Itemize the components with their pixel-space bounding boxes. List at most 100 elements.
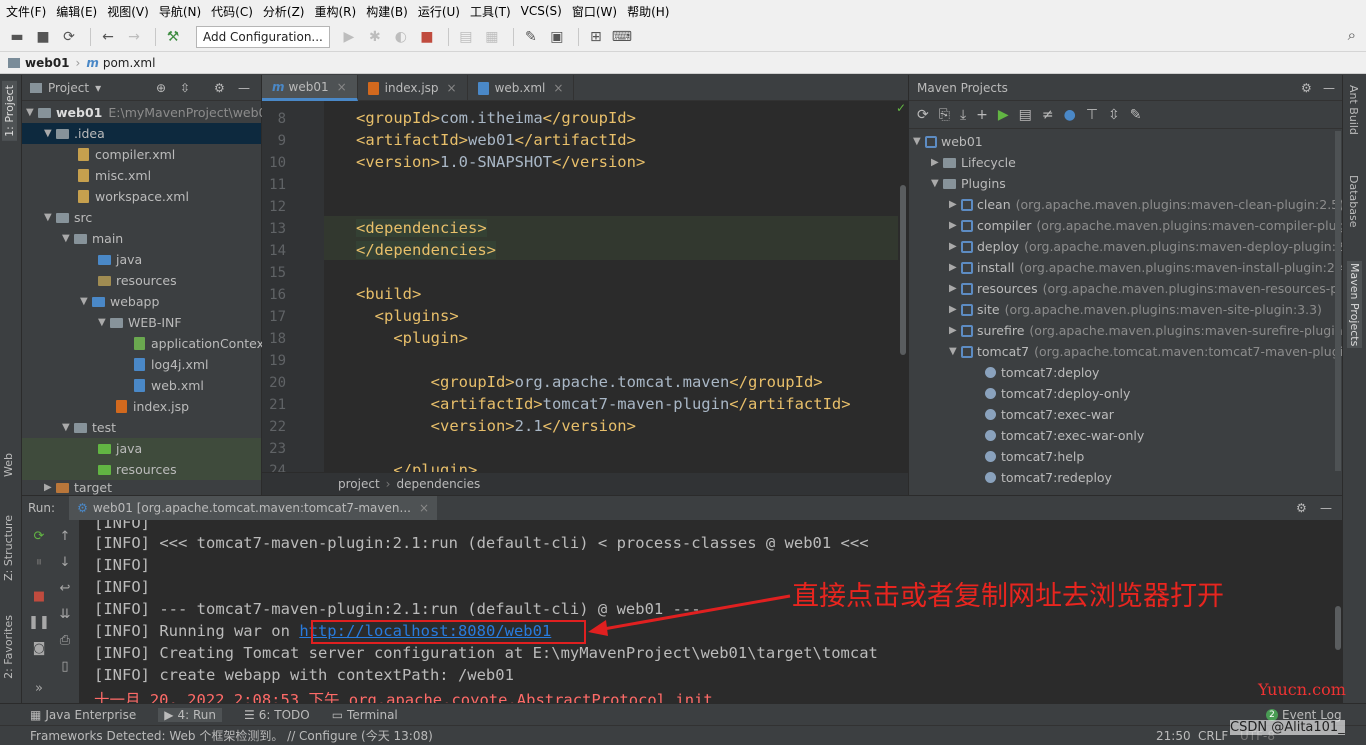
generate-sources-icon[interactable]: ⎘: [939, 107, 950, 123]
maven-lifecycle[interactable]: ▶ Lifecycle: [931, 152, 1016, 173]
project-structure-icon[interactable]: ▣: [546, 26, 568, 48]
maven-goal[interactable]: tomcat7:redeploy: [985, 467, 1112, 488]
menu-analyze[interactable]: 分析(Z): [263, 3, 305, 20]
editor-breadcrumb-item[interactable]: dependencies: [396, 477, 480, 491]
expand-arrow-icon[interactable]: ▶: [931, 157, 943, 168]
expand-arrow-icon[interactable]: ▶: [949, 283, 961, 294]
tab-web01[interactable]: m web01 ×: [262, 75, 358, 101]
run-tab[interactable]: ⚙ web01 [org.apache.tomcat.maven:tomcat7…: [69, 495, 438, 521]
web-tool-tab[interactable]: Web: [2, 453, 15, 477]
scroll-to-end-icon[interactable]: ⇊: [50, 604, 80, 624]
project-panel-title[interactable]: Project: [48, 81, 89, 95]
more-icon[interactable]: »: [24, 678, 54, 698]
maven-projects-tool-tab[interactable]: Maven Projects: [1347, 261, 1362, 349]
tree-root[interactable]: ▼ web01 E:\myMavenProject\web01: [26, 102, 274, 123]
tree-item-test-java[interactable]: java: [22, 438, 261, 459]
search-everywhere-icon[interactable]: ⌕: [1348, 26, 1356, 44]
hide-icon[interactable]: —: [1320, 501, 1332, 515]
expand-arrow-icon[interactable]: ▶: [949, 199, 961, 210]
save-icon[interactable]: ■: [32, 26, 54, 48]
expand-arrow-icon[interactable]: ▼: [80, 296, 92, 307]
debug-icon[interactable]: ✱: [364, 26, 386, 48]
menu-code[interactable]: 代码(C): [211, 3, 253, 20]
down-arrow-icon[interactable]: ↓: [50, 552, 80, 572]
expand-arrow-icon[interactable]: ▶: [44, 482, 56, 493]
maven-plugin-compiler[interactable]: ▶ compiler (org.apache.maven.plugins:maven…: [949, 215, 1342, 236]
settings-wrench-icon[interactable]: ✎: [1130, 107, 1142, 123]
terminal-icon[interactable]: ⌨: [611, 26, 633, 48]
cursor-position[interactable]: 21:50: [1156, 729, 1191, 743]
tree-item-webapp[interactable]: ▼ webapp: [80, 291, 159, 312]
coverage-icon[interactable]: ◐: [390, 26, 412, 48]
structure-tool-tab[interactable]: Z: Structure: [2, 515, 15, 581]
close-icon[interactable]: ×: [553, 81, 563, 95]
maven-plugin-resources[interactable]: ▶ resources (org.apache.maven.plugins:mave…: [949, 278, 1342, 299]
project-tool-tab[interactable]: 1: Project: [2, 81, 17, 141]
tree-item-web-xml[interactable]: web.xml: [134, 375, 204, 396]
expand-arrow-icon[interactable]: ▶: [949, 325, 961, 336]
tree-item-web-inf[interactable]: ▼ WEB-INF: [98, 312, 182, 333]
expand-arrow-icon[interactable]: ▶: [949, 241, 961, 252]
maven-goal[interactable]: tomcat7:deploy-only: [985, 383, 1130, 404]
expand-arrow-icon[interactable]: ▼: [44, 128, 56, 139]
maven-plugin-tomcat7[interactable]: ▼ tomcat7 (org.apache.tomcat.maven:tomcat7…: [949, 341, 1342, 362]
execute-goal-icon[interactable]: ▤: [1019, 107, 1032, 123]
status-message[interactable]: Frameworks Detected: Web 个框架检测到。 // Conf…: [30, 727, 433, 744]
close-icon[interactable]: ×: [337, 80, 347, 94]
maven-goal[interactable]: tomcat7:deploy: [985, 362, 1099, 383]
expand-arrow-icon[interactable]: ▼: [98, 317, 110, 328]
build-hammer-icon[interactable]: ⚒: [162, 26, 184, 48]
tree-item-resources[interactable]: resources: [98, 270, 177, 291]
structure-icon[interactable]: ▦: [481, 26, 503, 48]
open-folder-icon[interactable]: ▬: [6, 26, 28, 48]
tree-item-log4j-xml[interactable]: log4j.xml: [134, 354, 209, 375]
menu-file[interactable]: 文件(F): [6, 3, 46, 20]
favorites-tool-tab[interactable]: 2: Favorites: [2, 615, 15, 679]
line-separator[interactable]: CRLF: [1198, 729, 1228, 743]
pause-icon[interactable]: ❚❚: [24, 612, 54, 632]
sync-icon[interactable]: ⟳: [58, 26, 80, 48]
maven-plugin-site[interactable]: ▶ site (org.apache.maven.plugins:maven-sit…: [949, 299, 1322, 320]
trash-icon[interactable]: ▯: [50, 656, 80, 676]
maven-root[interactable]: ▼ web01: [913, 131, 983, 152]
code-editor[interactable]: 8 9 10 11 12 13 14 15 16 17 18 19 20 21 22 23 24 <groupI…: [262, 101, 908, 472]
hide-icon[interactable]: —: [1323, 81, 1335, 95]
expand-arrow-icon[interactable]: ▶: [949, 304, 961, 315]
back-icon[interactable]: ←: [97, 26, 119, 48]
expand-arrow-icon[interactable]: ▼: [949, 346, 961, 357]
add-icon[interactable]: +: [976, 107, 988, 123]
close-icon[interactable]: ×: [419, 501, 429, 515]
expand-arrow-icon[interactable]: ▶: [949, 220, 961, 231]
expand-arrow-icon[interactable]: ▶: [949, 262, 961, 273]
expand-arrow-icon[interactable]: ▼: [913, 136, 925, 147]
maven-plugin-install[interactable]: ▶ install (org.apache.maven.plugins:maven-…: [949, 257, 1342, 278]
tree-item-src[interactable]: ▼ src: [44, 207, 92, 228]
maven-plugin-deploy[interactable]: ▶ deploy (org.apache.maven.plugins:maven-d…: [949, 236, 1342, 257]
forward-icon[interactable]: →: [123, 26, 145, 48]
run-maven-icon[interactable]: ▶: [998, 107, 1009, 123]
toggle-offline-icon[interactable]: ≠: [1042, 107, 1054, 123]
ant-build-tool-tab[interactable]: Ant Build: [1347, 85, 1360, 135]
reimport-icon[interactable]: ⟳: [917, 107, 929, 123]
maven-plugins[interactable]: ▼ Plugins: [931, 173, 1006, 194]
locate-icon[interactable]: ⊕: [156, 81, 166, 95]
editor-scrollbar[interactable]: [900, 185, 906, 355]
maven-scrollbar[interactable]: [1335, 131, 1341, 471]
maven-plugin-clean[interactable]: ▶ clean (org.apache.maven.plugins:maven-cl…: [949, 194, 1342, 215]
tree-item-java[interactable]: java: [98, 249, 142, 270]
run-icon[interactable]: ▶: [338, 26, 360, 48]
menu-vcs[interactable]: VCS(S): [521, 4, 562, 18]
camera-icon[interactable]: ◙: [24, 638, 54, 658]
hide-icon[interactable]: —: [238, 81, 250, 95]
tab-todo[interactable]: ☰ 6: TODO: [244, 708, 310, 722]
menu-tools[interactable]: 工具(T): [470, 3, 511, 20]
tab-java-enterprise[interactable]: ▦ Java Enterprise: [30, 708, 136, 722]
stop-icon[interactable]: ■: [24, 586, 54, 606]
menu-edit[interactable]: 编辑(E): [56, 3, 97, 20]
tree-item-misc-xml[interactable]: misc.xml: [78, 165, 151, 186]
maven-plugin-surefire[interactable]: ▶ surefire (org.apache.maven.plugins:maven…: [949, 320, 1342, 341]
add-configuration-button[interactable]: Add Configuration...: [196, 25, 330, 48]
tree-item-index-jsp[interactable]: index.jsp: [116, 396, 189, 417]
show-dependencies-icon[interactable]: ⊤: [1086, 107, 1098, 123]
tab-index-jsp[interactable]: index.jsp ×: [358, 75, 468, 101]
